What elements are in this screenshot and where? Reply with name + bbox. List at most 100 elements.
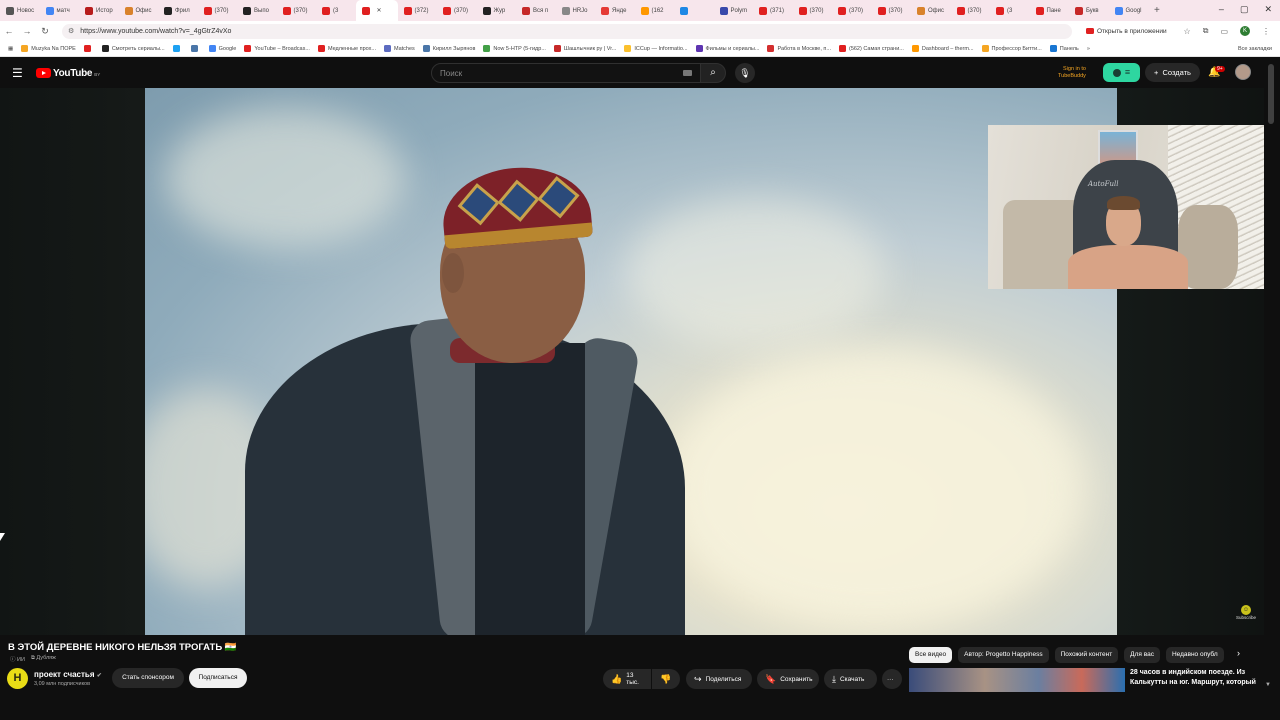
new-tab-button[interactable]: + [1154, 5, 1160, 16]
browser-tab[interactable]: (370) [872, 0, 912, 21]
bookmark-item[interactable]: YouTube – Broadcas... [244, 45, 310, 52]
user-avatar[interactable] [1235, 64, 1251, 80]
tubebuddy-signin[interactable]: Sign in to TubeBuddy [1058, 66, 1086, 80]
chip-for-you[interactable]: Для вас [1124, 647, 1160, 663]
browser-tab[interactable]: HRJo [556, 0, 596, 21]
bookmark-item[interactable] [190, 45, 201, 52]
bookmark-item[interactable]: Кирилл Зырянов [422, 45, 475, 52]
browser-tab[interactable]: (370) [793, 0, 833, 21]
browser-tab[interactable] [674, 0, 714, 21]
browser-tab[interactable]: Новос [0, 0, 40, 21]
bookmark-item[interactable]: Matches [383, 45, 415, 52]
browser-tab[interactable]: Офис [119, 0, 159, 21]
bookmarks-overflow-button[interactable]: » [1087, 46, 1090, 52]
maximize-button[interactable]: ▢ [1240, 4, 1249, 15]
forward-icon[interactable]: → [18, 26, 36, 36]
browser-tab[interactable]: (370) [951, 0, 991, 21]
dub-tag[interactable]: ⧉ Дубляж [31, 655, 56, 663]
browser-tab[interactable]: Вся п [516, 0, 556, 21]
recommended-video-thumbnail[interactable] [909, 668, 1125, 692]
page-scrollbar[interactable] [1264, 58, 1280, 720]
voice-search-button[interactable]: 🎙 [735, 63, 755, 83]
browser-tab[interactable]: (3 [990, 0, 1030, 21]
browser-tab[interactable]: (370) [277, 0, 317, 21]
chip-recently-uploaded[interactable]: Недавно опубл [1165, 647, 1224, 663]
reload-icon[interactable]: ↻ [36, 26, 54, 37]
share-button[interactable]: ↪ Поделиться [686, 669, 752, 689]
dislike-button[interactable]: 👎 [652, 669, 680, 689]
browser-tab[interactable]: Истор [79, 0, 119, 21]
browser-tab[interactable]: матч [40, 0, 80, 21]
cast-icon[interactable]: ▭ [1220, 27, 1228, 36]
like-button[interactable]: 👍 13 тыс. [603, 669, 651, 689]
create-button[interactable]: + Создать [1145, 63, 1200, 82]
profile-avatar[interactable]: K [1240, 26, 1250, 36]
browser-tab[interactable]: Пане [1030, 0, 1070, 21]
browser-tab[interactable]: (370) [832, 0, 872, 21]
scroll-down-arrow-icon[interactable]: ▼ [1265, 682, 1271, 688]
bookmark-item[interactable]: Смотреть сериалы... [101, 45, 165, 52]
channel-avatar[interactable]: H [7, 668, 28, 689]
open-in-app-button[interactable]: Открыть в приложении [1086, 28, 1167, 35]
keyboard-icon[interactable] [683, 70, 692, 76]
apps-grid-icon[interactable]: ▦ [8, 46, 13, 52]
tubebuddy-button[interactable]: ≡ [1103, 63, 1140, 82]
browser-tab[interactable]: (370) [437, 0, 477, 21]
chip-by-author[interactable]: Автор: Progetto Happiness [958, 647, 1049, 663]
bookmark-item[interactable]: Медленные прох... [317, 45, 376, 52]
browser-tab[interactable]: Янде [595, 0, 635, 21]
minimize-button[interactable]: – [1219, 4, 1224, 15]
browser-menu-icon[interactable]: ⋮ [1262, 27, 1270, 36]
chips-next-arrow-icon[interactable]: › [1237, 648, 1240, 658]
site-info-icon[interactable]: ⚙ [68, 27, 74, 35]
bookmark-item[interactable]: Muzyka Na ПОРЕ [21, 45, 76, 52]
bookmark-item[interactable]: Фильмы и сериалы... [695, 45, 759, 52]
browser-tab[interactable]: Фрил [158, 0, 198, 21]
save-button[interactable]: 🔖 Сохранить [757, 669, 819, 689]
more-actions-button[interactable]: ··· [882, 669, 902, 689]
bookmark-item[interactable]: Dashboard – therm... [911, 45, 974, 52]
sponsor-button[interactable]: Стать спонсором [112, 668, 184, 688]
download-button[interactable]: ⤓ Скачать [824, 669, 877, 689]
bookmark-item[interactable]: Google [208, 45, 236, 52]
browser-tab[interactable]: (372) [398, 0, 438, 21]
browser-tab[interactable]: Букв [1069, 0, 1109, 21]
url-field[interactable]: ⚙ https://www.youtube.com/watch?v=_4gGtr… [62, 23, 1072, 39]
subscribe-button[interactable]: Подписаться [189, 668, 247, 688]
bookmark-item[interactable] [172, 45, 183, 52]
all-bookmarks-button[interactable]: Все закладки [1238, 46, 1272, 52]
bookmark-item[interactable]: Работа в Москве, п... [767, 45, 831, 52]
youtube-logo[interactable]: YouTube BY [36, 68, 100, 79]
browser-tab-active[interactable]: ✕ [355, 0, 398, 21]
recommended-video-title[interactable]: 28 часов в индийском поезде. Из Калькутт… [1130, 668, 1258, 688]
browser-tab[interactable]: (370) [198, 0, 238, 21]
bookmark-item[interactable]: Шашлычник ру | Vr... [553, 45, 616, 52]
browser-tab[interactable]: (3 [316, 0, 356, 21]
back-icon[interactable]: ← [0, 26, 18, 36]
bookmark-item[interactable]: Панель [1049, 45, 1079, 52]
channel-name[interactable]: проект счастья ✔ [34, 670, 102, 679]
bookmark-item[interactable] [83, 45, 94, 52]
browser-tab[interactable]: Polym [714, 0, 754, 21]
bookmark-item[interactable]: ICCup — Informatio... [624, 45, 688, 52]
search-button[interactable]: ⌕ [700, 63, 726, 83]
close-window-button[interactable]: ✕ [1264, 4, 1272, 15]
bookmark-item[interactable]: Now 5-HTP (5-гидр... [483, 45, 546, 52]
bookmark-item[interactable]: Профессор Битти... [981, 45, 1042, 52]
ai-tag[interactable]: ⓘ ИИ [10, 655, 25, 663]
browser-tab[interactable]: Офис [911, 0, 951, 21]
scrollbar-thumb[interactable] [1268, 64, 1274, 124]
channel-watermark[interactable]: ☺ Subscribe [1236, 605, 1256, 620]
extensions-icon[interactable]: ⧉ [1203, 26, 1209, 36]
browser-tab[interactable]: Жур [477, 0, 517, 21]
chip-all-videos[interactable]: Все видео [909, 647, 953, 663]
browser-tab[interactable]: Googl [1109, 0, 1149, 21]
browser-tab[interactable]: (371) [753, 0, 793, 21]
close-tab-icon[interactable]: ✕ [377, 7, 382, 14]
browser-tab[interactable]: Выпо [237, 0, 277, 21]
search-input[interactable]: Поиск [431, 63, 701, 83]
bookmark-star-icon[interactable]: ☆ [1184, 27, 1191, 36]
browser-tab[interactable]: (162 [635, 0, 675, 21]
chip-related[interactable]: Похожий контент [1054, 647, 1119, 663]
menu-icon[interactable]: ☰ [12, 66, 26, 80]
